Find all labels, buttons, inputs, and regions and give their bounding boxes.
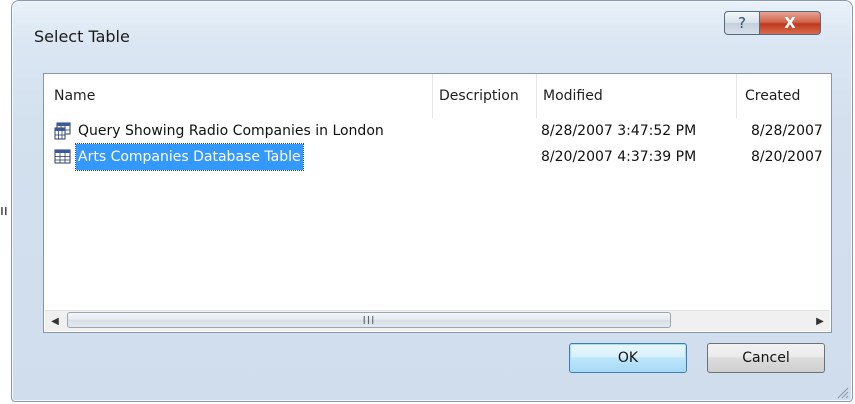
item-name: Arts Companies Database Table bbox=[75, 143, 304, 171]
cancel-button[interactable]: Cancel bbox=[707, 343, 825, 373]
query-icon bbox=[54, 122, 72, 140]
column-header-description[interactable]: Description bbox=[432, 74, 536, 118]
horizontal-scrollbar[interactable]: ◀ III ▶ bbox=[45, 310, 830, 331]
help-icon: ? bbox=[738, 14, 746, 32]
table-list[interactable]: Name Description Modified Created Query … bbox=[43, 73, 832, 333]
column-header-created[interactable]: Created bbox=[736, 74, 832, 118]
select-table-dialog: Select Table ? X Name Description Modifi… bbox=[11, 0, 853, 402]
column-header-name[interactable]: Name bbox=[44, 74, 422, 118]
close-icon: X bbox=[784, 14, 796, 32]
column-header-modified[interactable]: Modified bbox=[536, 74, 736, 118]
item-name: Query Showing Radio Companies in London bbox=[78, 123, 384, 139]
item-created: 8/20/2007 bbox=[751, 149, 823, 165]
column-header-label: Description bbox=[439, 88, 519, 104]
ok-button[interactable]: OK bbox=[569, 343, 687, 373]
close-button[interactable]: X bbox=[759, 11, 821, 35]
list-item[interactable]: Query Showing Radio Companies in London … bbox=[44, 118, 831, 144]
resize-grip-icon[interactable] bbox=[835, 384, 849, 399]
scroll-left-arrow-icon[interactable]: ◀ bbox=[45, 311, 65, 331]
list-header: Name Description Modified Created bbox=[44, 74, 831, 118]
help-button[interactable]: ? bbox=[724, 11, 760, 35]
item-created: 8/28/2007 bbox=[751, 123, 823, 139]
dialog-title: Select Table bbox=[34, 27, 130, 46]
grip-icon: III bbox=[362, 313, 376, 327]
scroll-right-arrow-icon[interactable]: ▶ bbox=[810, 311, 830, 331]
name-cell: Arts Companies Database Table bbox=[54, 143, 304, 171]
scrollbar-thumb[interactable]: III bbox=[67, 312, 671, 328]
background-text-fragment: ıı bbox=[0, 203, 8, 219]
column-header-label: Name bbox=[54, 88, 96, 104]
item-modified: 8/28/2007 3:47:52 PM bbox=[541, 123, 697, 139]
column-header-label: Created bbox=[745, 88, 801, 104]
item-modified: 8/20/2007 4:37:39 PM bbox=[541, 149, 697, 165]
list-item[interactable]: Arts Companies Database Table 8/20/2007 … bbox=[44, 143, 831, 171]
title-bar[interactable]: Select Table ? X bbox=[12, 1, 852, 57]
column-header-label: Modified bbox=[543, 88, 603, 104]
name-cell: Query Showing Radio Companies in London bbox=[54, 118, 386, 144]
table-icon bbox=[54, 148, 72, 166]
